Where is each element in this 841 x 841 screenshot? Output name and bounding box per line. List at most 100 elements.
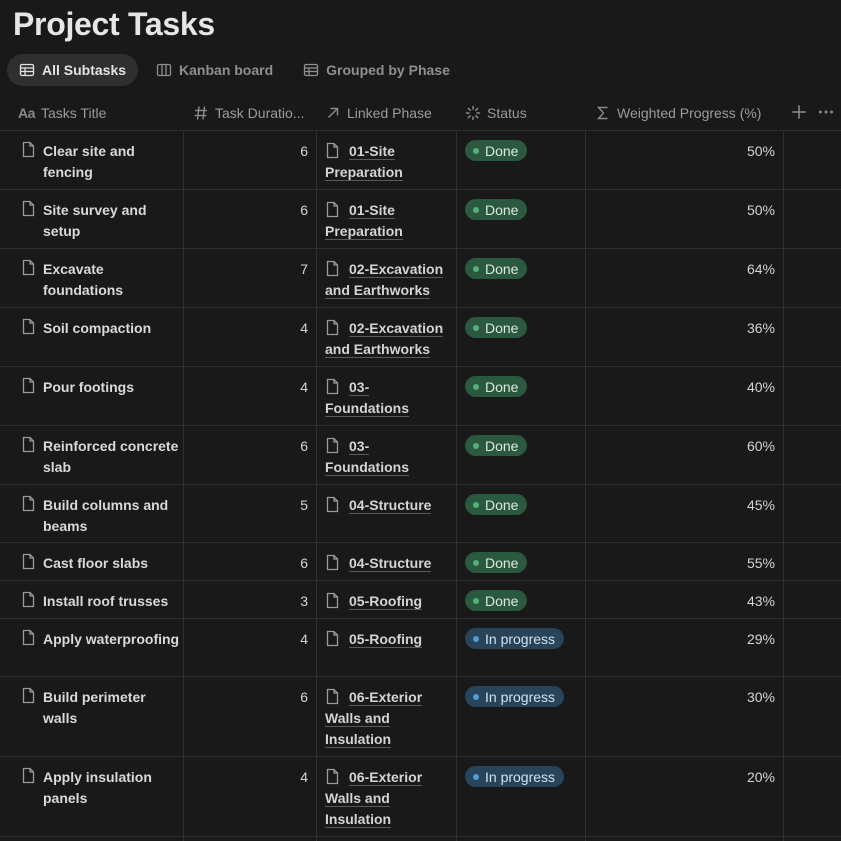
column-header-progress[interactable]: Weighted Progress (%) — [594, 96, 784, 130]
table-row[interactable]: Cast floor slabs 6 04-Structure Done 55% — [0, 543, 841, 581]
status-badge[interactable]: Done — [465, 376, 528, 397]
task-title[interactable]: Clear site and fencing — [43, 141, 183, 183]
cell-phase[interactable]: 05-Roofing — [317, 619, 456, 676]
phase-link[interactable]: 03-Foundations — [325, 438, 409, 476]
cell-phase[interactable]: 04-Structure — [317, 485, 456, 542]
table-row[interactable]: Build columns and beams 5 04-Structure Done… — [0, 485, 841, 543]
cell-phase[interactable]: 03-Foundations — [317, 367, 456, 425]
add-column-icon[interactable] — [790, 103, 808, 121]
status-badge[interactable]: Done — [465, 590, 528, 611]
cell-phase[interactable]: 04-Structure — [317, 543, 456, 580]
status-badge[interactable]: In progress — [465, 766, 565, 787]
cell-duration[interactable]: 4 — [184, 619, 316, 676]
cell-phase[interactable]: 05-Roofing — [317, 581, 456, 618]
cell-status[interactable]: In progress — [457, 757, 585, 836]
cell-duration[interactable]: 6 — [184, 677, 316, 756]
tab-kanban-board[interactable]: Kanban board — [144, 54, 285, 86]
cell-phase[interactable]: 06-Exterior Walls and Insulation — [317, 757, 456, 836]
task-title[interactable]: Reinforced concrete slab — [43, 436, 183, 478]
cell-status[interactable]: Done — [457, 367, 585, 425]
table-row[interactable]: Install roof trusses 3 05-Roofing Done 43% — [0, 581, 841, 619]
cell-duration[interactable]: 4 — [184, 757, 316, 836]
task-title[interactable]: Apply waterproofing — [43, 629, 183, 650]
cell-phase[interactable]: 06-Exterior Walls and Insulation — [317, 677, 456, 756]
table-row[interactable]: Apply insulation panels 4 06-Exterior Wall… — [0, 757, 841, 837]
table-row[interactable]: Clear site and fencing 6 01-Site Preparati… — [0, 131, 841, 190]
cell-status[interactable]: Done — [457, 426, 585, 484]
phase-link[interactable]: 06-Exterior Walls and Insulation — [325, 769, 423, 828]
cell-duration[interactable]: 6 — [184, 131, 316, 189]
cell-phase[interactable]: 03-Foundations — [317, 426, 456, 484]
status-badge[interactable]: Done — [465, 140, 528, 161]
phase-link[interactable]: 01-Site Preparation — [325, 143, 403, 181]
cell-title[interactable]: Build columns and beams — [0, 485, 183, 542]
table-row[interactable]: Build perimeter walls 6 06-Exterior Walls … — [0, 677, 841, 757]
cell-status[interactable]: Done — [457, 581, 585, 618]
table-row[interactable]: Excavate foundations 7 02-Excavation and E… — [0, 249, 841, 308]
status-badge[interactable]: In progress — [465, 686, 565, 707]
cell-duration[interactable]: 4 — [184, 367, 316, 425]
cell-duration[interactable]: 6 — [184, 426, 316, 484]
task-title[interactable]: Build perimeter walls — [43, 687, 183, 729]
tab-all-subtasks[interactable]: All Subtasks — [7, 54, 139, 86]
cell-phase[interactable]: 02-Excavation and Earthworks — [317, 308, 456, 366]
cell-duration[interactable]: 3 — [184, 581, 316, 618]
cell-title[interactable]: Site survey and setup — [0, 190, 183, 248]
phase-link[interactable]: 04-Structure — [349, 555, 432, 572]
cell-title[interactable]: Cast floor slabs — [0, 543, 183, 580]
column-header-title[interactable]: Aa Tasks Title — [18, 96, 178, 130]
cell-status[interactable]: Done — [457, 131, 585, 189]
status-badge[interactable]: Done — [465, 494, 528, 515]
status-badge[interactable]: In progress — [465, 628, 565, 649]
cell-title[interactable]: Apply waterproofing — [0, 619, 183, 676]
cell-duration[interactable]: 6 — [184, 190, 316, 248]
phase-link[interactable]: 06-Exterior Walls and Insulation — [325, 689, 423, 748]
cell-title[interactable]: Clear site and fencing — [0, 131, 183, 189]
column-header-duration[interactable]: Task Duratio... — [192, 96, 312, 130]
phase-link[interactable]: 02-Excavation and Earthworks — [325, 320, 444, 358]
cell-phase[interactable]: 01-Site Preparation — [317, 190, 456, 248]
phase-link[interactable]: 05-Roofing — [349, 593, 423, 610]
cell-phase[interactable]: 01-Site Preparation — [317, 131, 456, 189]
cell-duration[interactable]: 7 — [184, 249, 316, 307]
table-row[interactable]: Pour footings 4 03-Foundations Done 40% — [0, 367, 841, 426]
phase-link[interactable]: 04-Structure — [349, 497, 432, 514]
cell-duration[interactable]: 5 — [184, 485, 316, 542]
phase-link[interactable]: 02-Excavation and Earthworks — [325, 261, 444, 299]
column-header-phase[interactable]: Linked Phase — [324, 96, 454, 130]
table-row[interactable]: Soil compaction 4 02-Excavation and Earthw… — [0, 308, 841, 367]
phase-link[interactable]: 05-Roofing — [349, 631, 423, 648]
cell-title[interactable]: Pour footings — [0, 367, 183, 425]
tab-grouped-by-phase[interactable]: Grouped by Phase — [291, 54, 462, 86]
cell-title[interactable]: Soil compaction — [0, 308, 183, 366]
task-title[interactable]: Pour footings — [43, 377, 183, 398]
cell-title[interactable]: Install roof trusses — [0, 581, 183, 618]
cell-status[interactable]: Done — [457, 249, 585, 307]
cell-status[interactable]: Done — [457, 190, 585, 248]
cell-title[interactable]: Build perimeter walls — [0, 677, 183, 756]
table-row[interactable]: Apply waterproofing 4 05-Roofing In progres… — [0, 619, 841, 677]
cell-duration[interactable]: 6 — [184, 543, 316, 580]
cell-status[interactable]: Done — [457, 543, 585, 580]
task-title[interactable]: Excavate foundations — [43, 259, 183, 301]
column-header-status[interactable]: Status — [464, 96, 582, 130]
phase-link[interactable]: 01-Site Preparation — [325, 202, 403, 240]
cell-status[interactable]: Done — [457, 485, 585, 542]
task-title[interactable]: Site survey and setup — [43, 200, 183, 242]
status-badge[interactable]: Done — [465, 258, 528, 279]
cell-title[interactable]: Excavate foundations — [0, 249, 183, 307]
cell-duration[interactable]: 4 — [184, 308, 316, 366]
cell-title[interactable]: Apply insulation panels — [0, 757, 183, 836]
task-title[interactable]: Build columns and beams — [43, 495, 183, 537]
table-row[interactable]: Site survey and setup 6 01-Site Preparatio… — [0, 190, 841, 249]
status-badge[interactable]: Done — [465, 317, 528, 338]
phase-link[interactable]: 03-Foundations — [325, 379, 409, 417]
cell-status[interactable]: In progress — [457, 677, 585, 756]
more-icon[interactable] — [817, 103, 835, 121]
task-title[interactable]: Apply insulation panels — [43, 767, 183, 809]
task-title[interactable]: Soil compaction — [43, 318, 183, 339]
status-badge[interactable]: Done — [465, 435, 528, 456]
cell-phase[interactable]: 02-Excavation and Earthworks — [317, 249, 456, 307]
task-title[interactable]: Cast floor slabs — [43, 553, 183, 574]
table-row[interactable]: Reinforced concrete slab 6 03-Foundations D… — [0, 426, 841, 485]
